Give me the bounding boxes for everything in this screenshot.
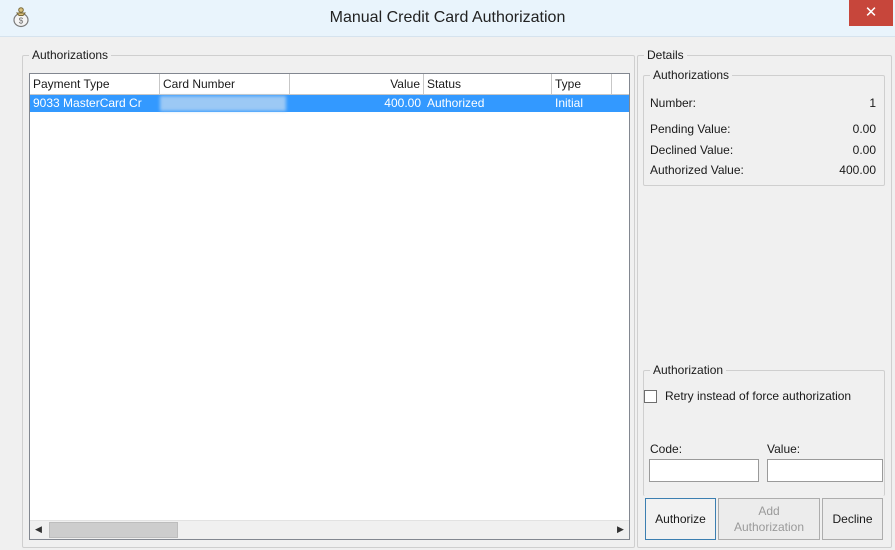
cell-payment-type: 9033 MasterCard Cr bbox=[33, 96, 142, 110]
authorized-value-label: Authorized Value: bbox=[650, 163, 744, 177]
close-icon: ✕ bbox=[864, 4, 878, 21]
arrow-left-icon: ◀ bbox=[35, 524, 42, 534]
arrow-right-icon: ▶ bbox=[617, 524, 624, 534]
authorization-group-label: Authorization bbox=[653, 363, 724, 377]
close-button[interactable]: ✕ bbox=[849, 0, 893, 26]
cell-status: Authorized bbox=[427, 96, 485, 110]
value-label: Value: bbox=[767, 442, 801, 456]
title-bar[interactable]: $ Manual Credit Card Authorization ✕ bbox=[0, 0, 895, 37]
authorize-button-label: Authorize bbox=[655, 512, 706, 526]
retry-checkbox-label[interactable]: Retry instead of force authorization bbox=[665, 389, 851, 403]
add-authorization-label-line1: Add bbox=[758, 504, 780, 518]
value-input[interactable] bbox=[767, 459, 883, 482]
add-authorization-button[interactable]: Add Authorization bbox=[718, 498, 820, 540]
cell-card-number bbox=[160, 95, 290, 112]
authorizations-list[interactable]: Payment Type Card Number Value Status Ty… bbox=[29, 73, 630, 540]
decline-button-label: Decline bbox=[832, 512, 873, 526]
details-authorizations-label: Authorizations bbox=[653, 68, 730, 82]
declined-value: 0.00 bbox=[852, 143, 876, 157]
pending-value-label: Pending Value: bbox=[650, 122, 731, 136]
decline-button[interactable]: Decline bbox=[822, 498, 883, 540]
horizontal-scrollbar[interactable]: ◀ ▶ bbox=[30, 520, 629, 539]
code-input[interactable] bbox=[649, 459, 759, 482]
scroll-thumb[interactable] bbox=[49, 522, 178, 538]
window-title: Manual Credit Card Authorization bbox=[329, 9, 566, 26]
authorize-button[interactable]: Authorize bbox=[645, 498, 716, 540]
pending-value: 0.00 bbox=[852, 122, 876, 136]
cell-type: Initial bbox=[555, 96, 584, 110]
details-group-label: Details bbox=[647, 48, 684, 62]
cell-value: 400.00 bbox=[384, 96, 421, 110]
code-label: Code: bbox=[650, 442, 683, 456]
number-value: 1 bbox=[869, 96, 876, 110]
column-header-value[interactable]: Value bbox=[290, 74, 424, 94]
add-authorization-label-line2: Authorization bbox=[733, 520, 805, 534]
scroll-right-button[interactable]: ▶ bbox=[612, 521, 629, 538]
scroll-left-button[interactable]: ◀ bbox=[30, 521, 47, 538]
column-header-card-number[interactable]: Card Number bbox=[160, 74, 290, 94]
authorizations-group-label: Authorizations bbox=[32, 48, 109, 62]
dialog-window: $ Manual Credit Card Authorization ✕ Aut… bbox=[0, 0, 895, 550]
number-label: Number: bbox=[650, 96, 697, 110]
authorized-value: 400.00 bbox=[839, 163, 876, 177]
column-header-type[interactable]: Type bbox=[552, 74, 612, 94]
list-header: Payment Type Card Number Value Status Ty… bbox=[30, 74, 629, 95]
declined-value-label: Declined Value: bbox=[650, 143, 734, 157]
retry-checkbox[interactable] bbox=[644, 390, 657, 403]
table-row[interactable]: 9033 MasterCard Cr 400.00 Authorized Ini… bbox=[30, 95, 629, 112]
column-header-status[interactable]: Status bbox=[424, 74, 552, 94]
column-header-payment-type[interactable]: Payment Type bbox=[30, 74, 160, 94]
